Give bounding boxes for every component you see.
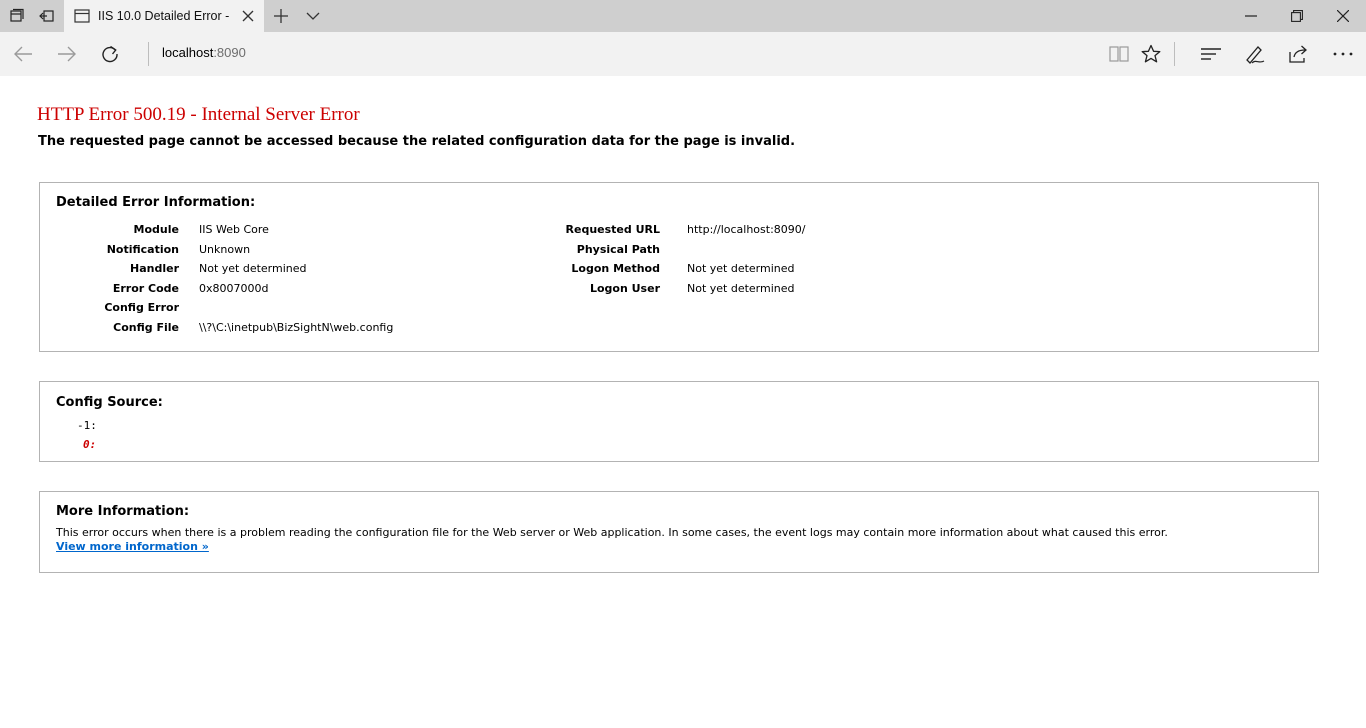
detail-key: Config Error bbox=[104, 301, 179, 314]
tab-active[interactable]: IIS 10.0 Detailed Error - bbox=[64, 0, 264, 32]
hub-icon[interactable] bbox=[1194, 38, 1228, 70]
detail-value: Not yet determined bbox=[687, 262, 795, 275]
detail-key: Config File bbox=[113, 321, 179, 334]
forward-arrow-icon[interactable] bbox=[50, 38, 84, 70]
favorite-star-icon[interactable] bbox=[1134, 38, 1168, 70]
detail-key: Logon Method bbox=[571, 262, 660, 275]
detail-value: 0x8007000d bbox=[199, 282, 269, 295]
config-source-box: Config Source: -1: 0: bbox=[39, 381, 1319, 462]
close-window-icon[interactable] bbox=[1320, 0, 1366, 32]
web-note-pen-icon[interactable] bbox=[1238, 38, 1272, 70]
title-bar: IIS 10.0 Detailed Error - bbox=[0, 0, 1366, 32]
address-port: :8090 bbox=[213, 45, 246, 60]
config-source-line: -1: bbox=[77, 419, 97, 432]
address-separator bbox=[148, 42, 149, 66]
address-bar[interactable]: localhost:8090 bbox=[162, 45, 246, 60]
address-host: localhost bbox=[162, 45, 214, 60]
more-information-text: This error occurs when there is a proble… bbox=[56, 526, 1168, 539]
set-tabs-aside-icon[interactable] bbox=[32, 0, 62, 32]
tabs-aside-icon[interactable] bbox=[2, 0, 32, 32]
tab-title: IIS 10.0 Detailed Error - bbox=[98, 9, 230, 23]
back-arrow-icon[interactable] bbox=[6, 38, 40, 70]
config-source-heading: Config Source: bbox=[56, 395, 163, 410]
detail-key: Logon User bbox=[589, 282, 660, 295]
tab-preview-chevron-icon[interactable] bbox=[298, 0, 328, 32]
detail-key: Error Code bbox=[112, 282, 179, 295]
detail-value: IIS Web Core bbox=[199, 223, 269, 236]
more-information-heading: More Information: bbox=[56, 504, 190, 519]
more-options-icon[interactable] bbox=[1326, 38, 1360, 70]
detail-key: Notification bbox=[106, 243, 179, 256]
minimize-icon[interactable] bbox=[1228, 0, 1274, 32]
page-subtitle: The requested page cannot be accessed be… bbox=[38, 134, 796, 149]
detail-value: Unknown bbox=[199, 243, 251, 256]
new-tab-icon[interactable] bbox=[266, 0, 296, 32]
toolbar-separator bbox=[1174, 42, 1175, 66]
detailed-error-box: Detailed Error Information: Module IIS W… bbox=[39, 182, 1319, 352]
detail-key: Requested URL bbox=[565, 223, 660, 236]
detail-value: \\?\C:\inetpub\BizSightN\web.config bbox=[199, 321, 394, 334]
detail-heading: Detailed Error Information: bbox=[56, 195, 256, 210]
restore-icon[interactable] bbox=[1274, 0, 1320, 32]
refresh-icon[interactable] bbox=[93, 38, 127, 70]
detail-value: Not yet determined bbox=[687, 282, 795, 295]
reading-view-icon[interactable] bbox=[1102, 38, 1136, 70]
detail-value: http://localhost:8090/ bbox=[687, 223, 806, 236]
detail-key: Module bbox=[133, 223, 179, 236]
view-more-information-link[interactable]: View more information » bbox=[56, 540, 209, 553]
page-content: HTTP Error 500.19 - Internal Server Erro… bbox=[0, 76, 1366, 728]
more-information-box: More Information: This error occurs when… bbox=[39, 491, 1319, 573]
page-title: HTTP Error 500.19 - Internal Server Erro… bbox=[37, 104, 360, 125]
config-source-error-line: 0: bbox=[83, 438, 97, 451]
share-icon[interactable] bbox=[1282, 38, 1316, 70]
detail-key: Physical Path bbox=[576, 243, 660, 256]
close-tab-icon[interactable] bbox=[240, 8, 256, 24]
detail-value: Not yet determined bbox=[199, 262, 307, 275]
detail-key: Handler bbox=[130, 262, 179, 275]
page-icon bbox=[74, 8, 90, 24]
